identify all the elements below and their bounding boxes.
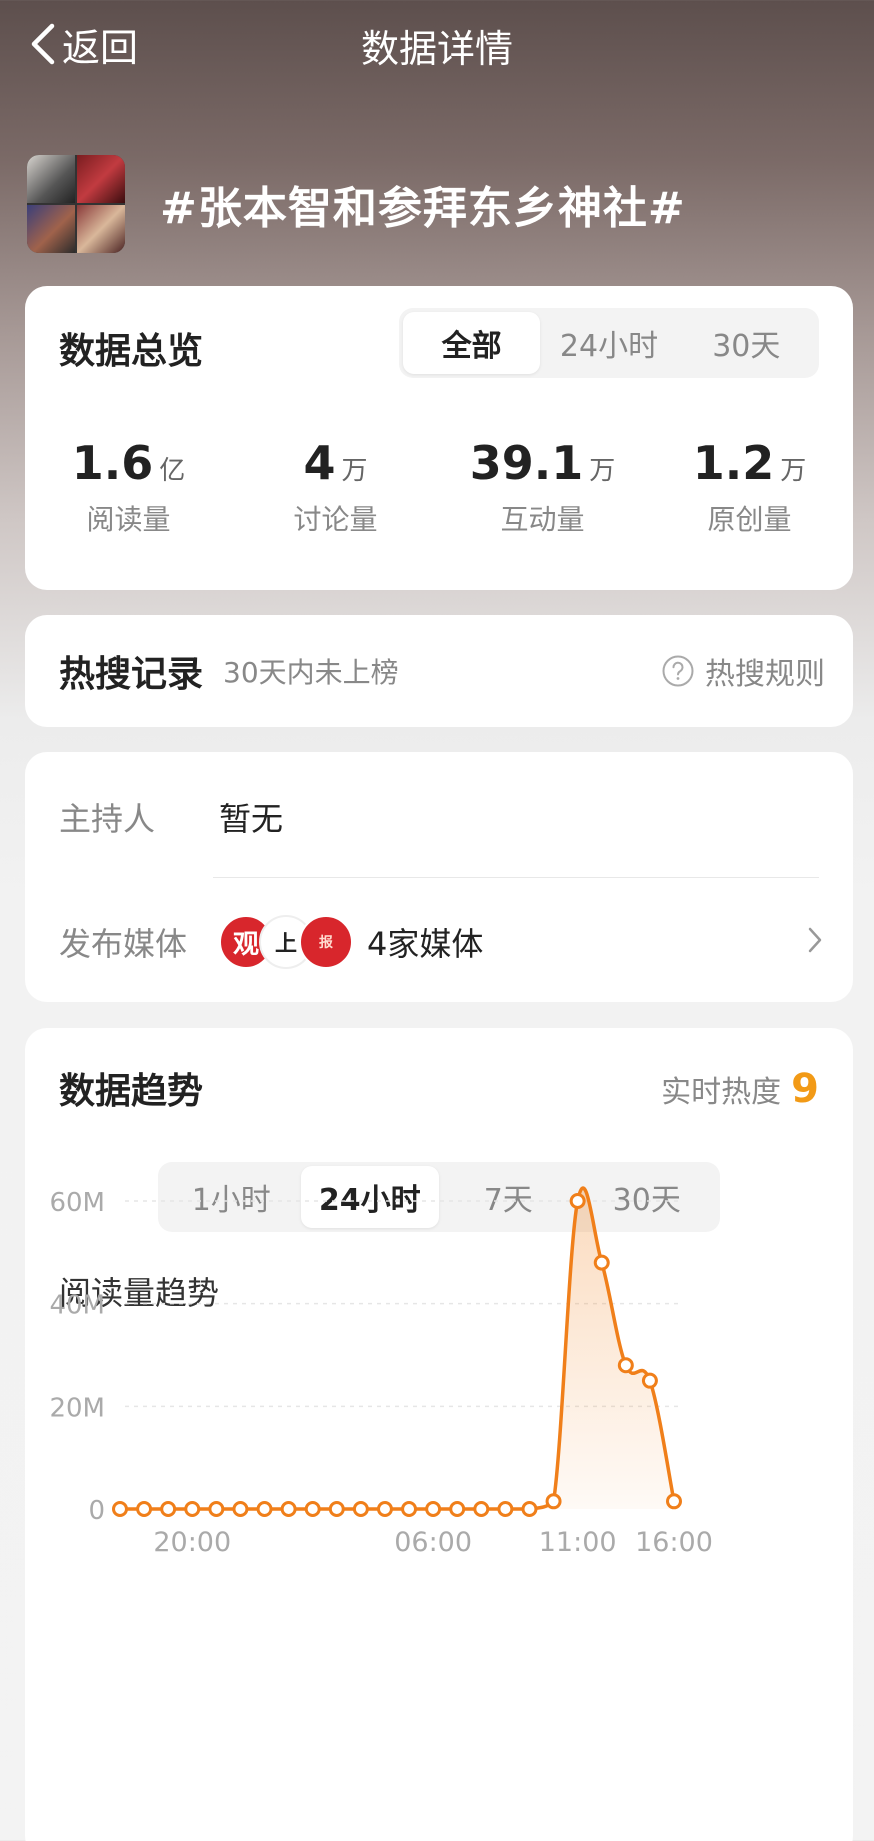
hot-search-card: 热搜记录 30天内未上榜 热搜规则 xyxy=(25,615,853,727)
stat-reads: 1.6 亿 阅读量 xyxy=(25,436,232,538)
overview-card: 数据总览 全部 24小时 30天 1.6 亿 阅读量 4万 讨论量 39.1 万 互… xyxy=(25,286,853,590)
data-point xyxy=(112,1501,128,1517)
data-point xyxy=(497,1501,514,1517)
stat-value: 4 xyxy=(303,436,336,490)
tab-all[interactable]: 全部 xyxy=(403,312,541,374)
stat-label: 原创量 xyxy=(707,503,792,536)
chevron-right-icon xyxy=(805,925,825,959)
data-point xyxy=(449,1501,466,1517)
hot-search-rules-link[interactable]: 热搜规则 xyxy=(661,649,825,693)
data-point xyxy=(376,1501,393,1517)
data-point xyxy=(401,1501,418,1517)
media-logo: 报 xyxy=(299,915,353,969)
trend-card: 数据趋势 实时热度 9 1小时 24小时 7天 30天 阅读量趋势 0 20M 40… xyxy=(25,1028,853,1841)
data-point xyxy=(569,1193,586,1209)
stat-value: 1.2 xyxy=(692,436,775,490)
media-row[interactable]: 发布媒体 观 上 报 4家媒体 xyxy=(59,907,825,977)
stat-unit: 亿 xyxy=(159,456,186,486)
hot-search-rules-label: 热搜规则 xyxy=(705,657,825,692)
host-row: 主持人 暂无 xyxy=(59,792,825,842)
topic-info-card: 主持人 暂无 发布媒体 观 上 报 4家媒体 xyxy=(25,752,853,1002)
data-point xyxy=(136,1501,153,1517)
overview-heading: 数据总览 xyxy=(59,331,204,372)
data-point xyxy=(304,1501,321,1517)
data-point xyxy=(641,1372,658,1389)
x-tick-label: 16:00 xyxy=(635,1527,713,1558)
stat-value: 1.6 xyxy=(71,436,154,490)
stat-interactions: 39.1 万 互动量 xyxy=(439,436,646,538)
stat-discussions: 4万 讨论量 xyxy=(232,436,439,538)
y-tick-label: 20M xyxy=(49,1393,105,1423)
stat-originals: 1.2 万 原创量 xyxy=(646,436,853,538)
reads-trend-chart: 0 20M 40M 60M 20:00 06:00 11:00 16:00 xyxy=(49,1186,713,1558)
tab-24h[interactable]: 24小时 xyxy=(540,312,677,374)
data-point xyxy=(184,1501,201,1517)
hot-search-status: 30天内未上榜 xyxy=(223,656,399,689)
data-point xyxy=(666,1493,682,1510)
data-point xyxy=(593,1254,610,1271)
stat-label: 讨论量 xyxy=(293,503,378,536)
media-logos: 观 上 报 xyxy=(219,915,353,969)
stat-label: 互动量 xyxy=(500,503,585,536)
media-key: 发布媒体 xyxy=(59,925,188,963)
data-point xyxy=(256,1501,273,1517)
data-point xyxy=(232,1501,249,1517)
y-tick-label: 0 xyxy=(88,1496,105,1526)
top-nav: 返回 数据详情 xyxy=(0,0,874,90)
media-count: 4家媒体 xyxy=(367,925,484,963)
data-point xyxy=(160,1501,177,1517)
data-point xyxy=(521,1501,538,1517)
stat-value: 39.1 xyxy=(469,436,584,490)
x-tick-label: 06:00 xyxy=(394,1527,472,1558)
y-tick-label: 40M xyxy=(49,1291,105,1321)
page-title: 数据详情 xyxy=(360,27,513,71)
stat-label: 阅读量 xyxy=(86,503,171,536)
stat-unit: 万 xyxy=(341,456,368,486)
overview-range-tabs: 全部 24小时 30天 xyxy=(399,308,819,378)
data-point xyxy=(545,1493,562,1510)
hot-search-heading: 热搜记录 xyxy=(59,654,204,695)
x-tick-label: 11:00 xyxy=(539,1527,617,1558)
data-point xyxy=(352,1501,369,1517)
help-circle-icon xyxy=(662,655,694,687)
data-point xyxy=(280,1501,297,1517)
host-value: 暂无 xyxy=(219,800,284,838)
topic-header: #张本智和参拜东乡神社# xyxy=(27,155,867,253)
x-tick-label: 20:00 xyxy=(153,1527,231,1558)
topic-title: #张本智和参拜东乡神社# xyxy=(160,183,686,234)
topic-thumbnail xyxy=(27,155,125,253)
data-point xyxy=(425,1501,442,1517)
data-point xyxy=(617,1357,634,1374)
data-point xyxy=(208,1501,225,1517)
stat-unit: 万 xyxy=(780,456,807,486)
data-point xyxy=(328,1501,345,1517)
stat-unit: 万 xyxy=(589,456,616,486)
tab-30d[interactable]: 30天 xyxy=(678,312,815,374)
y-tick-label: 60M xyxy=(49,1188,105,1218)
series-area xyxy=(120,1188,674,1509)
divider xyxy=(213,877,819,878)
overview-stats: 1.6 亿 阅读量 4万 讨论量 39.1 万 互动量 1.2 万 原创量 xyxy=(25,436,853,538)
data-point xyxy=(473,1501,490,1517)
host-key: 主持人 xyxy=(59,800,156,838)
